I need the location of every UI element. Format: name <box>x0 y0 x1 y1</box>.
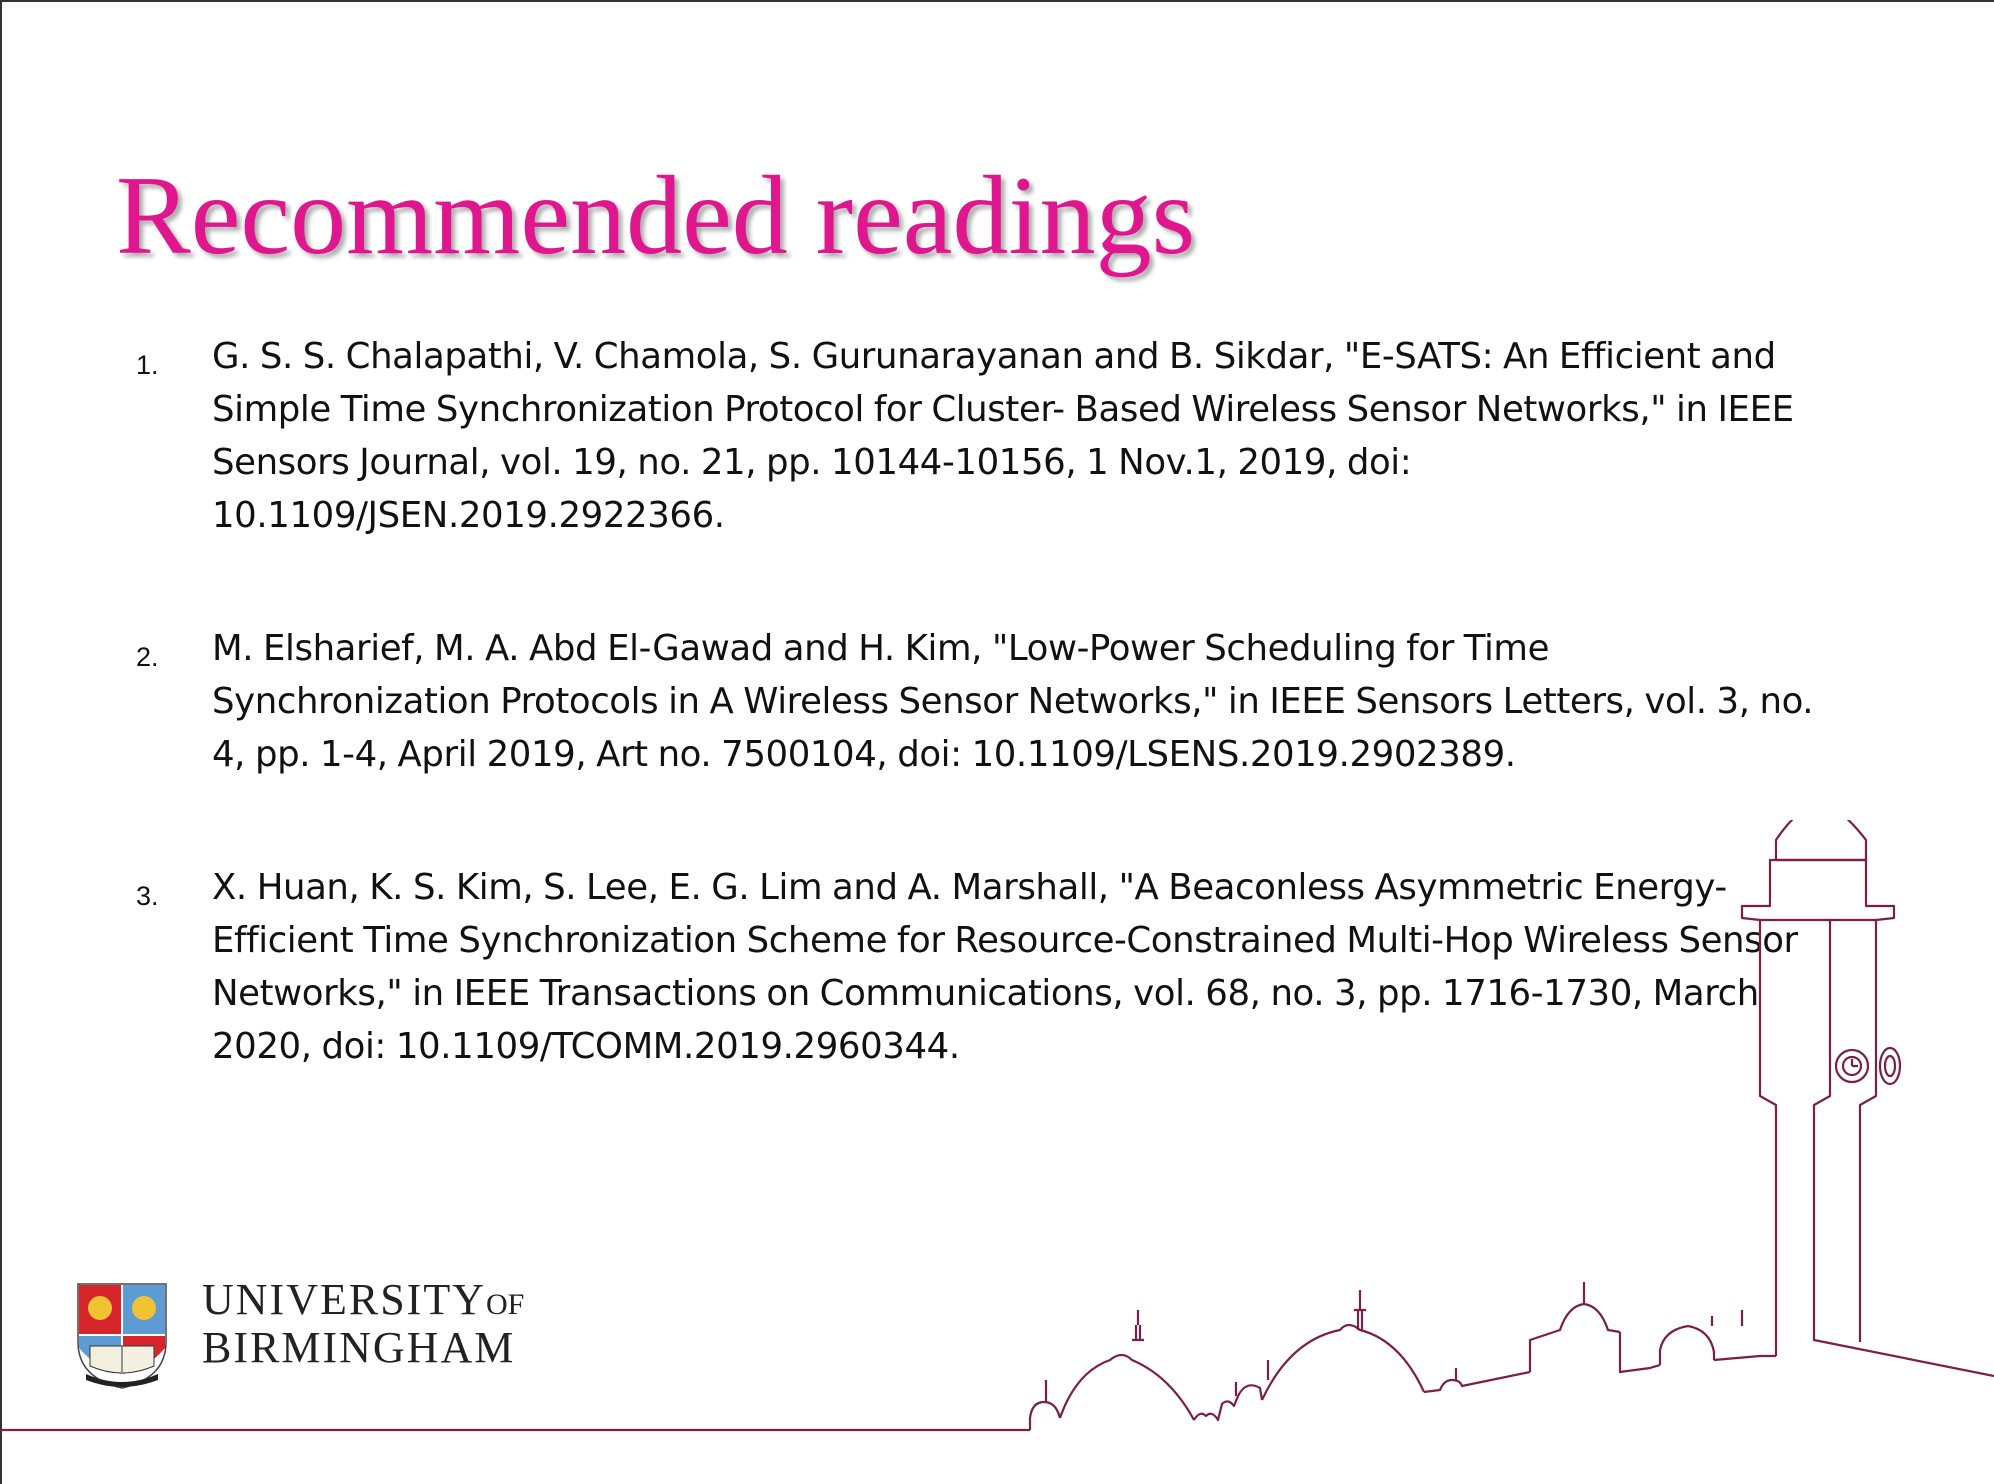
wordmark-line-1: UNIVERSITYOF <box>202 1278 524 1322</box>
reference-item: 2. M. Elsharief, M. A. Abd El-Gawad and … <box>136 622 1836 781</box>
reference-number: 2. <box>136 642 159 672</box>
university-crest-icon <box>77 1283 167 1389</box>
wordmark-university: UNIVERSITY <box>202 1275 486 1324</box>
wordmark-of: OF <box>485 1288 525 1321</box>
birmingham-skyline-icon <box>0 820 1994 1432</box>
reference-text: G. S. S. Chalapathi, V. Chamola, S. Guru… <box>212 336 1794 536</box>
slide: Recommended readings 1. G. S. S. Chalapa… <box>0 0 1994 1484</box>
university-wordmark: UNIVERSITYOF BIRMINGHAM <box>202 1278 524 1370</box>
wordmark-line-2: BIRMINGHAM <box>202 1323 516 1372</box>
slide-title: Recommended readings <box>116 154 1196 278</box>
reference-number: 1. <box>136 350 159 380</box>
reference-text: M. Elsharief, M. A. Abd El-Gawad and H. … <box>212 628 1814 775</box>
reference-item: 1. G. S. S. Chalapathi, V. Chamola, S. G… <box>136 330 1836 542</box>
frame-top-border <box>0 0 1994 2</box>
